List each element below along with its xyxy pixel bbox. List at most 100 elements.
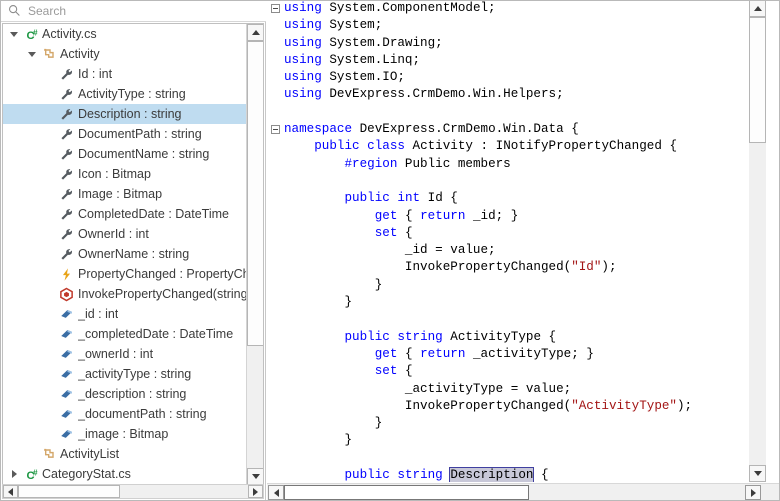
code-scroll-down-button[interactable] [749, 465, 766, 482]
code-line[interactable]: set { [284, 363, 692, 380]
tree-item-icon: C # [21, 467, 39, 482]
property-icon [60, 188, 72, 200]
code-vertical-scrollbar[interactable] [749, 0, 766, 482]
fold-marker-region[interactable] [271, 125, 280, 134]
tree-item-icon [57, 107, 75, 122]
tree-item-icon [57, 167, 75, 182]
code-scroll-right-button[interactable] [745, 485, 761, 500]
chevron-right-icon [11, 470, 17, 478]
code-browser-window: C# Activity.cs Activity Id : int ActivityTyp… [0, 0, 780, 501]
svg-text:#: # [32, 467, 37, 477]
property-icon [60, 148, 72, 160]
code-scroll-left-button[interactable] [268, 485, 284, 500]
tree-item-ownername-string[interactable]: OwnerName : string [3, 244, 246, 264]
code-line[interactable]: } [284, 415, 692, 432]
code-editor[interactable]: using System.ComponentModel; using System… [267, 0, 747, 482]
code-line[interactable]: public int Id { [284, 190, 692, 207]
tree-expander-toggle[interactable] [7, 31, 21, 37]
tree-vertical-scrollbar[interactable] [246, 24, 263, 485]
tree-item-image-bitmap[interactable]: Image : Bitmap [3, 184, 246, 204]
code-line[interactable]: set { [284, 225, 692, 242]
code-line[interactable]: get { return _id; } [284, 208, 692, 225]
tree-scroll-right-button[interactable] [248, 485, 263, 498]
code-line[interactable] [284, 173, 692, 190]
tree-item-id-int[interactable]: _id : int [3, 304, 246, 324]
tree-item-invokepropertychanged-string[interactable]: InvokePropertyChanged(string) [3, 284, 246, 304]
code-line[interactable]: using System.ComponentModel; [284, 0, 692, 17]
code-line[interactable]: using System.IO; [284, 69, 692, 86]
tree-item-documentpath-string[interactable]: _documentPath : string [3, 404, 246, 424]
code-horizontal-scrollbar[interactable] [267, 483, 780, 501]
search-bar[interactable] [0, 0, 266, 22]
code-line[interactable]: } [284, 294, 692, 311]
tree-item-label: CompletedDate : DateTime [78, 207, 229, 221]
code-line[interactable]: InvokePropertyChanged("Id"); [284, 259, 692, 276]
code-line[interactable] [284, 104, 692, 121]
code-line[interactable]: get { return _activityType; } [284, 346, 692, 363]
chevron-down-icon [10, 31, 18, 37]
tree-item-image-bitmap[interactable]: _image : Bitmap [3, 424, 246, 444]
tree-item-completeddate-datetime[interactable]: _completedDate : DateTime [3, 324, 246, 344]
tree-expander-toggle[interactable] [25, 51, 39, 57]
field-icon [60, 409, 72, 418]
code-line[interactable]: using DevExpress.CrmDemo.Win.Helpers; [284, 86, 692, 103]
tree-item-description-string[interactable]: _description : string [3, 384, 246, 404]
code-line[interactable] [284, 311, 692, 328]
code-line[interactable]: using System.Drawing; [284, 35, 692, 52]
tree-item-id-int[interactable]: Id : int [3, 64, 246, 84]
tree-item-activity[interactable]: Activity [3, 44, 246, 64]
csharp-file-icon: C# [26, 27, 37, 41]
code-line[interactable]: using System; [284, 17, 692, 34]
fold-marker-using-block[interactable] [271, 4, 280, 13]
tree-scroll-up-button[interactable] [247, 24, 263, 41]
code-line[interactable]: public string Description { [284, 467, 692, 482]
tree-item-completeddate-datetime[interactable]: CompletedDate : DateTime [3, 204, 246, 224]
tree-hscroll-thumb[interactable] [18, 485, 120, 498]
tree-item-activitytype-string[interactable]: ActivityType : string [3, 84, 246, 104]
code-hscroll-thumb[interactable] [284, 485, 529, 500]
tree-scroll-left-button[interactable] [3, 485, 18, 498]
class-icon [43, 448, 54, 458]
code-line[interactable] [284, 450, 692, 467]
code-line[interactable]: } [284, 432, 692, 449]
search-input[interactable] [28, 2, 228, 19]
code-line[interactable]: _id = value; [284, 242, 692, 259]
tree-item-label: _completedDate : DateTime [78, 327, 234, 341]
tree-item-categorystat-cs[interactable]: C # CategoryStat.cs [3, 464, 246, 484]
selected-token[interactable]: Description [449, 467, 535, 482]
tree-item-label: _activityType : string [78, 367, 192, 381]
tree-item-label: Activity [60, 47, 100, 61]
tree-item-description-string[interactable]: Description : string [3, 104, 246, 124]
property-icon [60, 68, 72, 80]
code-text[interactable]: using System.ComponentModel; using System… [284, 0, 692, 482]
tree-item-activitylist[interactable]: ActivityList [3, 444, 246, 464]
code-line[interactable]: namespace DevExpress.CrmDemo.Win.Data { [284, 121, 692, 138]
tree-item-documentpath-string[interactable]: DocumentPath : string [3, 124, 246, 144]
tree-scroll-down-button[interactable] [247, 468, 263, 485]
tree-expander-toggle[interactable] [7, 470, 21, 478]
code-line[interactable]: #region Public members [284, 156, 692, 173]
tree-item-activitytype-string[interactable]: _activityType : string [3, 364, 246, 384]
tree-horizontal-scrollbar[interactable] [2, 484, 264, 499]
field-icon [60, 349, 72, 358]
code-scroll-thumb[interactable] [749, 17, 766, 143]
code-line[interactable]: _activityType = value; [284, 381, 692, 398]
csharp-file-icon: C# [26, 467, 37, 481]
arrow-up-icon [251, 30, 260, 35]
tree-item-documentname-string[interactable]: DocumentName : string [3, 144, 246, 164]
code-scroll-up-button[interactable] [749, 0, 766, 17]
tree-item-ownerid-int[interactable]: _ownerId : int [3, 344, 246, 364]
code-line[interactable]: using System.Linq; [284, 52, 692, 69]
code-line[interactable]: public class Activity : INotifyPropertyC… [284, 138, 692, 155]
tree-item-propertychanged-propertycha[interactable]: PropertyChanged : PropertyCha [3, 264, 246, 284]
tree-item-label: Id : int [78, 67, 113, 81]
tree-scroll-thumb[interactable] [247, 41, 263, 346]
code-line[interactable]: public string ActivityType { [284, 329, 692, 346]
code-line[interactable]: } [284, 277, 692, 294]
member-tree-list[interactable]: C # Activity.cs Activity Id : int ActivityTyp… [3, 24, 246, 485]
code-folding-gutter[interactable] [267, 0, 284, 482]
tree-item-icon-bitmap[interactable]: Icon : Bitmap [3, 164, 246, 184]
code-line[interactable]: InvokePropertyChanged("ActivityType"); [284, 398, 692, 415]
tree-item-activity-cs[interactable]: C # Activity.cs [3, 24, 246, 44]
tree-item-ownerid-int[interactable]: OwnerId : int [3, 224, 246, 244]
